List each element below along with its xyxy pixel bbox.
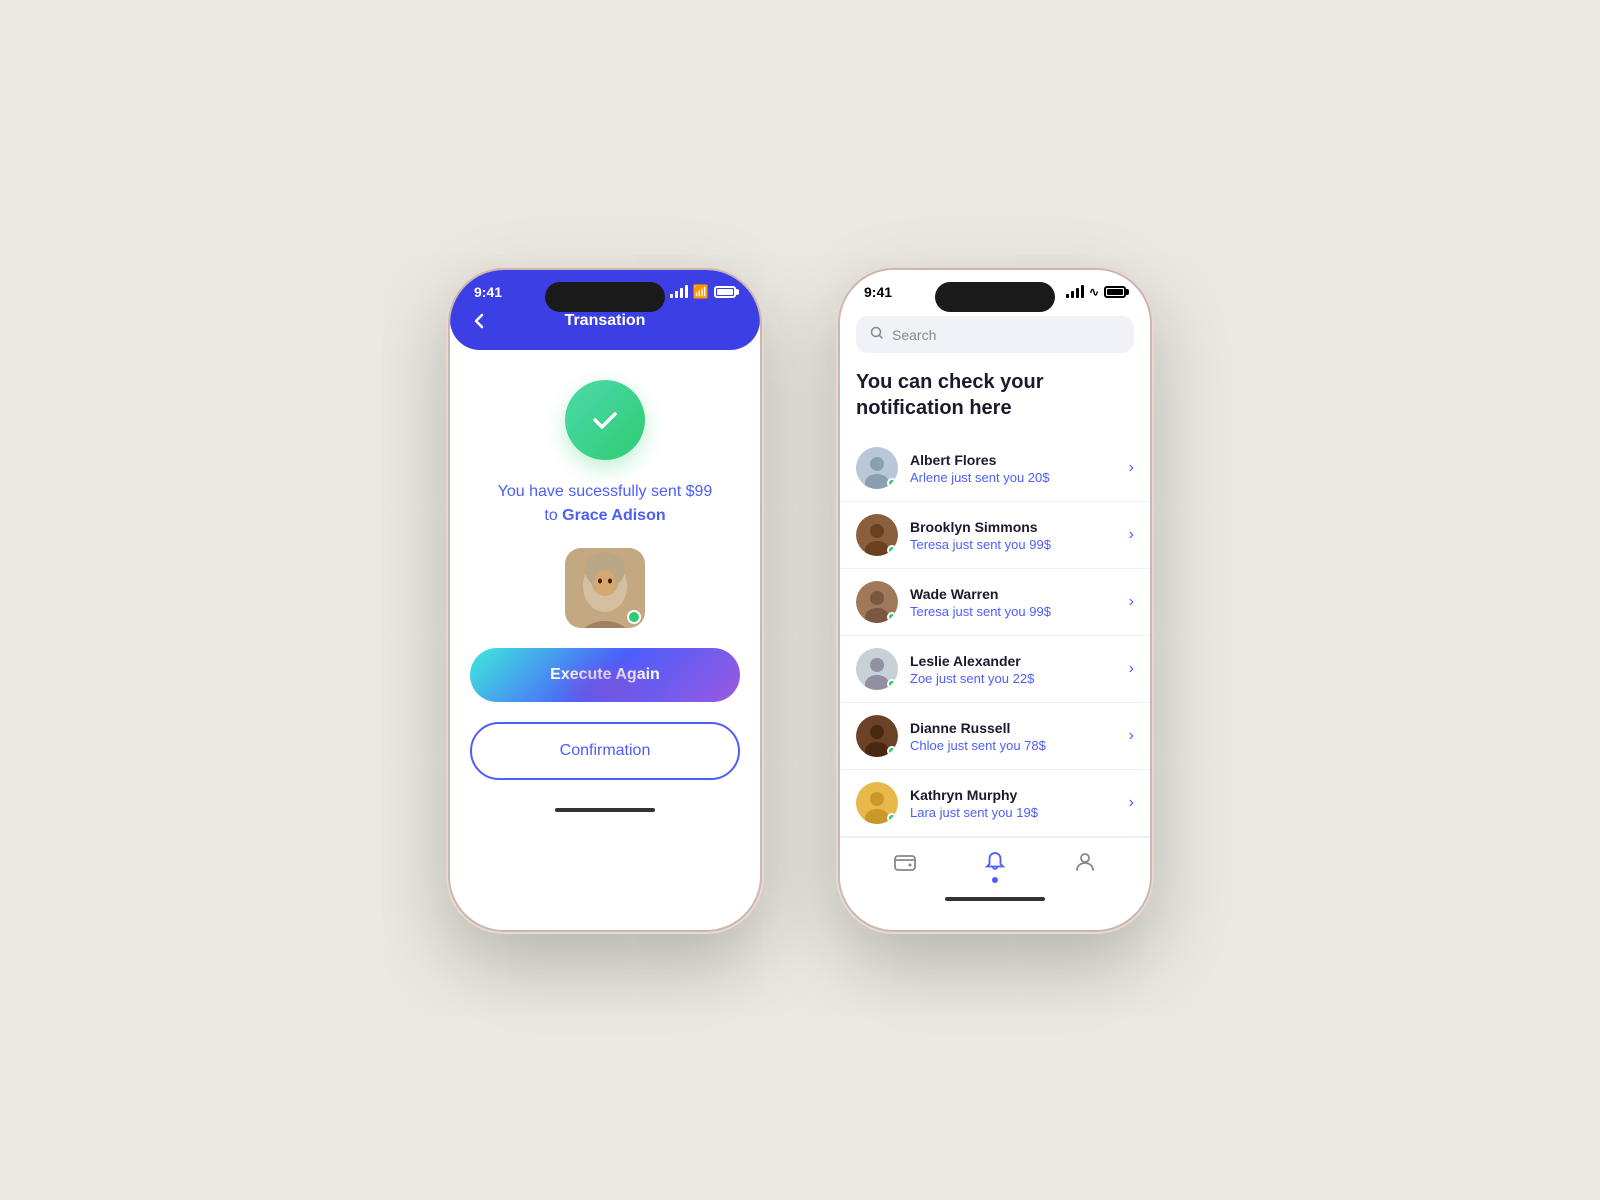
nav-profile[interactable] bbox=[1073, 850, 1097, 883]
chevron-4: › bbox=[1129, 660, 1134, 678]
notif-name-3: Wade Warren bbox=[910, 586, 1129, 602]
back-button[interactable] bbox=[470, 311, 490, 331]
notif-msg-5: Chloe just sent you 78$ bbox=[910, 738, 1129, 753]
notif-info-3: Wade Warren Teresa just sent you 99$ bbox=[910, 586, 1129, 619]
nav-active-dot bbox=[992, 877, 998, 883]
wifi-icon-right: ∿ bbox=[1089, 285, 1099, 299]
search-container: Search bbox=[840, 308, 1150, 365]
notification-item-6[interactable]: Kathryn Murphy Lara just sent you 19$ › bbox=[840, 770, 1150, 837]
right-phone: 9:41 ∿ bbox=[840, 270, 1150, 930]
avatar-albert bbox=[856, 447, 898, 489]
notification-list: Albert Flores Arlene just sent you 20$ › bbox=[840, 435, 1150, 837]
home-indicator-left bbox=[450, 800, 760, 824]
avatar-kathryn bbox=[856, 782, 898, 824]
notif-name-5: Dianne Russell bbox=[910, 720, 1129, 736]
online-dot-1 bbox=[887, 478, 897, 488]
chevron-6: › bbox=[1129, 794, 1134, 812]
notif-msg-4: Zoe just sent you 22$ bbox=[910, 671, 1129, 686]
notif-info-6: Kathryn Murphy Lara just sent you 19$ bbox=[910, 787, 1129, 820]
notif-info-5: Dianne Russell Chloe just sent you 78$ bbox=[910, 720, 1129, 753]
success-circle bbox=[565, 380, 645, 460]
notch-right bbox=[935, 282, 1055, 312]
online-dot-2 bbox=[887, 545, 897, 555]
online-dot-5 bbox=[887, 746, 897, 756]
notification-title: You can check your notification here bbox=[856, 369, 1134, 421]
notification-item-3[interactable]: Wade Warren Teresa just sent you 99$ › bbox=[840, 569, 1150, 636]
nav-wallet[interactable] bbox=[893, 850, 917, 883]
avatar-brooklyn bbox=[856, 514, 898, 556]
recipient-name: Grace Adison bbox=[562, 507, 665, 524]
confirmation-button[interactable]: Confirmation bbox=[470, 722, 740, 780]
signal-icon-right bbox=[1066, 286, 1084, 298]
phones-container: 9:41 📶 Transation bbox=[450, 270, 1150, 930]
notif-msg-6: Lara just sent you 19$ bbox=[910, 805, 1129, 820]
time-left: 9:41 bbox=[474, 284, 502, 300]
transaction-content: You have sucessfully sent $99to Grace Ad… bbox=[450, 350, 760, 800]
status-icons-left: 📶 bbox=[670, 284, 736, 300]
notif-info-1: Albert Flores Arlene just sent you 20$ bbox=[910, 452, 1129, 485]
notif-name-6: Kathryn Murphy bbox=[910, 787, 1129, 803]
recipient-avatar bbox=[565, 548, 645, 628]
left-phone: 9:41 📶 Transation bbox=[450, 270, 760, 930]
notif-msg-3: Teresa just sent you 99$ bbox=[910, 604, 1129, 619]
bell-icon bbox=[983, 850, 1007, 874]
online-indicator bbox=[627, 610, 641, 624]
search-placeholder: Search bbox=[892, 327, 936, 343]
signal-icon bbox=[670, 286, 688, 298]
search-icon bbox=[870, 326, 884, 343]
chevron-2: › bbox=[1129, 526, 1134, 544]
avatar-wade bbox=[856, 581, 898, 623]
status-icons-right: ∿ bbox=[1066, 285, 1126, 299]
notification-header: You can check your notification here bbox=[840, 365, 1150, 435]
online-dot-4 bbox=[887, 679, 897, 689]
notifications-screen: Search You can check your notification h… bbox=[840, 308, 1150, 889]
chevron-3: › bbox=[1129, 593, 1134, 611]
avatar-dianne bbox=[856, 715, 898, 757]
notif-msg-1: Arlene just sent you 20$ bbox=[910, 470, 1129, 485]
notif-name-4: Leslie Alexander bbox=[910, 653, 1129, 669]
notif-info-4: Leslie Alexander Zoe just sent you 22$ bbox=[910, 653, 1129, 686]
nav-notifications[interactable] bbox=[983, 850, 1007, 883]
battery-icon bbox=[714, 286, 736, 298]
notch-left bbox=[545, 282, 665, 312]
time-right: 9:41 bbox=[864, 284, 892, 300]
notif-name-2: Brooklyn Simmons bbox=[910, 519, 1129, 535]
online-dot-6 bbox=[887, 813, 897, 823]
execute-again-button[interactable]: Execute Again bbox=[470, 648, 740, 702]
success-message: You have sucessfully sent $99to Grace Ad… bbox=[498, 483, 713, 524]
profile-icon bbox=[1073, 850, 1097, 874]
chevron-5: › bbox=[1129, 727, 1134, 745]
notification-item-5[interactable]: Dianne Russell Chloe just sent you 78$ › bbox=[840, 703, 1150, 770]
online-dot-3 bbox=[887, 612, 897, 622]
notif-msg-2: Teresa just sent you 99$ bbox=[910, 537, 1129, 552]
notif-info-2: Brooklyn Simmons Teresa just sent you 99… bbox=[910, 519, 1129, 552]
bottom-nav bbox=[840, 837, 1150, 889]
notification-item-1[interactable]: Albert Flores Arlene just sent you 20$ › bbox=[840, 435, 1150, 502]
notification-item-4[interactable]: Leslie Alexander Zoe just sent you 22$ › bbox=[840, 636, 1150, 703]
chevron-1: › bbox=[1129, 459, 1134, 477]
search-bar[interactable]: Search bbox=[856, 316, 1134, 353]
wallet-icon bbox=[893, 850, 917, 874]
wifi-icon: 📶 bbox=[693, 284, 709, 300]
notif-name-1: Albert Flores bbox=[910, 452, 1129, 468]
notification-item-2[interactable]: Brooklyn Simmons Teresa just sent you 99… bbox=[840, 502, 1150, 569]
home-indicator-right bbox=[840, 889, 1150, 913]
success-text: You have sucessfully sent $99to Grace Ad… bbox=[498, 480, 713, 528]
battery-icon-right bbox=[1104, 286, 1126, 298]
header-title: Transation bbox=[565, 312, 646, 330]
avatar-leslie bbox=[856, 648, 898, 690]
